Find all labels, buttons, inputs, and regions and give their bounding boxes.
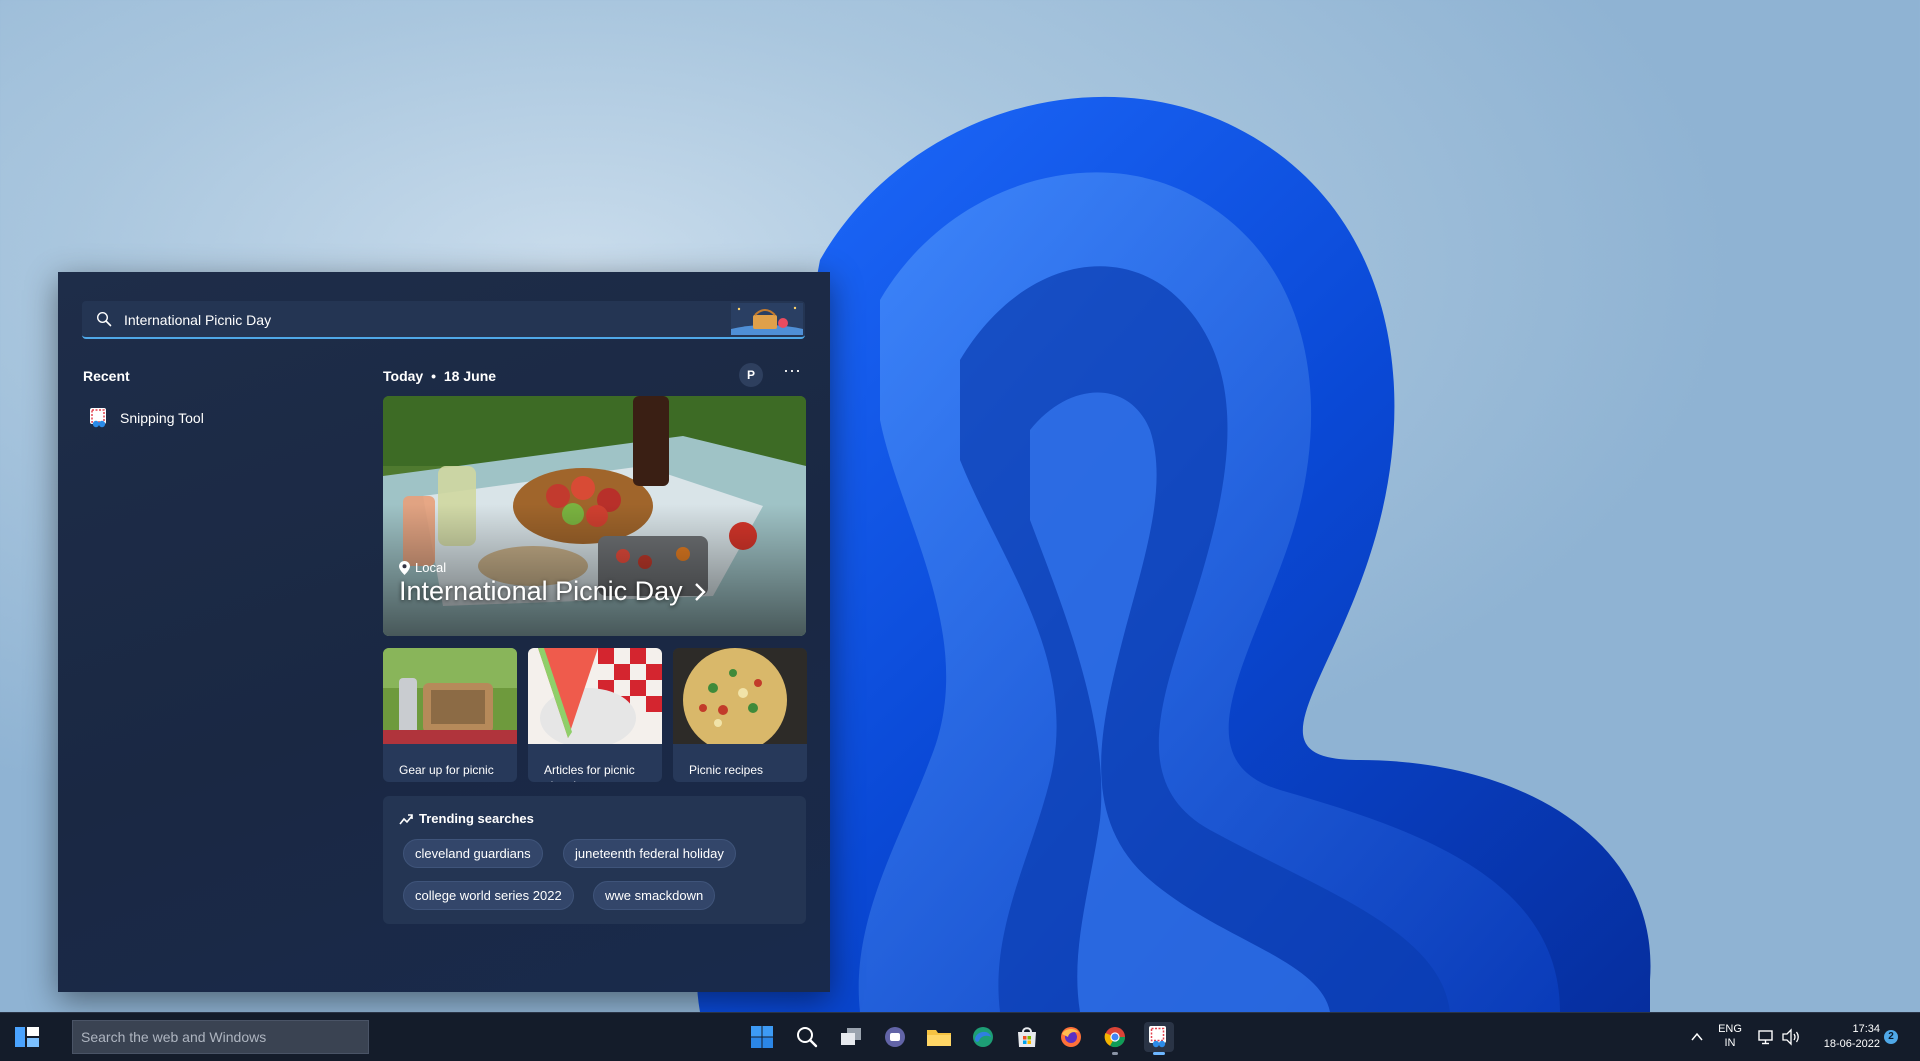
card-caption: Articles for picnic planning xyxy=(544,763,635,782)
running-indicator xyxy=(1112,1052,1118,1055)
windows-start-icon xyxy=(751,1026,773,1048)
card-gear-up[interactable]: Gear up for picnic season xyxy=(383,648,517,782)
clock-time: 17:34 xyxy=(1852,1023,1880,1035)
trending-up-icon xyxy=(399,813,413,824)
today-separator: • xyxy=(431,368,436,384)
snipping-tool-icon xyxy=(1149,1026,1166,1048)
snipping-tool-taskbar-button[interactable] xyxy=(1144,1022,1174,1055)
task-view-icon xyxy=(841,1028,861,1045)
profile-avatar[interactable]: P xyxy=(739,363,763,387)
chrome-button[interactable] xyxy=(1100,1022,1130,1055)
network-icon[interactable] xyxy=(1757,1028,1775,1046)
recent-heading: Recent xyxy=(83,368,130,384)
today-label: Today xyxy=(383,368,424,384)
search-icon xyxy=(96,311,112,327)
trending-pill[interactable]: juneteenth federal holiday xyxy=(563,839,736,868)
search-flyout-panel: Recent Snipping Tool Today • 18 June P ·… xyxy=(58,272,830,992)
search-input[interactable] xyxy=(122,307,686,333)
firefox-button[interactable] xyxy=(1056,1022,1086,1052)
chevron-right-icon xyxy=(694,582,706,601)
hero-title: International Picnic Day xyxy=(399,576,707,607)
card-caption: Picnic recipes xyxy=(689,763,764,777)
teams-chat-icon xyxy=(885,1027,905,1047)
chevron-up-icon[interactable] xyxy=(1690,1031,1704,1043)
search-box[interactable] xyxy=(82,301,805,339)
active-indicator xyxy=(1153,1052,1165,1055)
today-date: 18 June xyxy=(443,368,497,384)
chrome-icon xyxy=(1104,1027,1126,1048)
today-heading: Today • 18 June xyxy=(383,368,496,384)
microsoft-store-icon xyxy=(1018,1027,1036,1047)
file-explorer-button[interactable] xyxy=(924,1022,954,1052)
language-line1: ENG xyxy=(1718,1023,1742,1035)
recent-item-label: Snipping Tool xyxy=(120,410,204,426)
clock[interactable]: 17:34 18-06-2022 xyxy=(1808,1022,1880,1052)
pasta-salad-image xyxy=(673,648,807,752)
taskbar-search-button[interactable] xyxy=(792,1022,822,1052)
taskbar-search-box[interactable]: Search the web and Windows xyxy=(72,1020,369,1054)
card-recipes[interactable]: Picnic recipes xyxy=(673,648,807,782)
notification-badge[interactable]: 2 xyxy=(1884,1030,1898,1044)
trending-pill[interactable]: wwe smackdown xyxy=(593,881,716,910)
teams-chat-button[interactable] xyxy=(880,1022,910,1052)
snipping-tool-icon xyxy=(90,408,106,428)
topic-cards: Gear up for picnic season Articles for p… xyxy=(383,648,807,782)
more-options-button[interactable]: ··· xyxy=(780,360,804,384)
search-icon xyxy=(797,1027,818,1048)
location-pin-icon xyxy=(399,560,410,575)
trending-heading: Trending searches xyxy=(399,811,534,826)
picnic-basket-icon xyxy=(731,303,803,335)
card-articles[interactable]: Articles for picnic planning xyxy=(528,648,662,782)
volume-icon[interactable] xyxy=(1781,1028,1801,1046)
edge-icon xyxy=(973,1027,993,1047)
firefox-icon xyxy=(1061,1027,1081,1047)
trending-pill[interactable]: college world series 2022 xyxy=(403,881,574,910)
microsoft-store-button[interactable] xyxy=(1012,1022,1042,1052)
taskbar: Search the web and Windows ENG IN 17:34 … xyxy=(0,1012,1920,1061)
trending-pill[interactable]: cleveland guardians xyxy=(403,839,543,868)
recent-item-snipping-tool[interactable]: Snipping Tool xyxy=(88,402,358,434)
language-indicator[interactable]: ENG IN xyxy=(1717,1022,1743,1052)
clock-date: 18-06-2022 xyxy=(1823,1038,1880,1050)
widgets-start-icon[interactable] xyxy=(14,1025,40,1049)
hero-location: Local xyxy=(399,560,446,575)
trending-heading-text: Trending searches xyxy=(419,811,534,826)
hero-location-label: Local xyxy=(415,560,447,575)
watermelon-image xyxy=(528,648,662,748)
file-explorer-icon xyxy=(927,1030,951,1046)
task-view-button[interactable] xyxy=(836,1022,866,1052)
trending-searches: Trending searches cleveland guardians ju… xyxy=(383,796,806,924)
language-line2: IN xyxy=(1724,1037,1736,1049)
card-caption: Gear up for picnic season xyxy=(399,763,494,782)
edge-button[interactable] xyxy=(968,1022,998,1052)
hero-card-picnic-day[interactable]: Local International Picnic Day xyxy=(383,396,806,636)
windows-start-button[interactable] xyxy=(747,1022,777,1052)
hero-title-text: International Picnic Day xyxy=(399,576,683,606)
picnic-gear-image xyxy=(383,648,517,744)
